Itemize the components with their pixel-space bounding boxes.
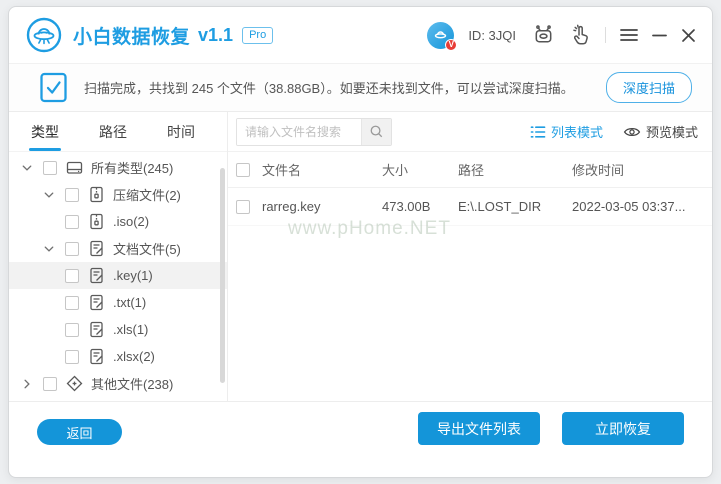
tree-label: 其他文件(238) bbox=[91, 377, 174, 392]
close-icon[interactable] bbox=[681, 28, 696, 43]
list-icon bbox=[530, 125, 546, 138]
tree-item-key[interactable]: .key(1) bbox=[9, 262, 227, 289]
document-icon bbox=[90, 294, 103, 311]
tree-checkbox[interactable] bbox=[65, 241, 79, 256]
archive-icon bbox=[90, 213, 103, 230]
content-area: 列表模式 预览模式 文件名 大小 路径 修改时间 bbox=[228, 112, 712, 401]
minimize-icon[interactable] bbox=[652, 28, 667, 42]
scan-summary-text: 扫描完成，共找到 245 个文件（38.88GB）。如要还未找到文件，可以尝试深… bbox=[84, 81, 574, 96]
title-bar: 小白数据恢复 v1.1 Pro V ID: 3JQI bbox=[9, 7, 712, 63]
cell-path: E:\.LOST_DIR bbox=[458, 199, 542, 214]
chevron-right-icon[interactable] bbox=[21, 377, 34, 390]
search-input[interactable] bbox=[237, 118, 361, 145]
cell-size: 473.00B bbox=[382, 199, 431, 214]
app-logo-icon bbox=[26, 17, 62, 53]
tree-checkbox[interactable] bbox=[65, 268, 79, 283]
customer-service-robot-icon[interactable] bbox=[532, 24, 555, 47]
search-box bbox=[236, 117, 392, 146]
menu-icon[interactable] bbox=[620, 28, 638, 42]
cell-filename: rarreg.key bbox=[262, 199, 321, 214]
tab-type[interactable]: 类型 bbox=[29, 112, 61, 151]
tree-label: .xls(1) bbox=[113, 322, 149, 337]
app-title: 小白数据恢复 bbox=[73, 26, 191, 48]
col-size: 大小 bbox=[382, 163, 409, 178]
eye-icon bbox=[623, 127, 641, 136]
tree-label: 文档文件(5) bbox=[113, 242, 181, 257]
tree-label: .key(1) bbox=[113, 268, 153, 283]
tree-label: .xlsx(2) bbox=[113, 349, 155, 364]
export-file-list-button[interactable]: 导出文件列表 bbox=[418, 412, 540, 445]
footer-bar: 返回 导出文件列表 立即恢复 bbox=[9, 401, 712, 477]
content-toolbar: 列表模式 预览模式 bbox=[228, 112, 712, 152]
tree-label: .txt(1) bbox=[113, 295, 147, 310]
tree-item-all-types[interactable]: 所有类型(245) bbox=[9, 154, 227, 181]
user-avatar[interactable]: V bbox=[427, 21, 458, 51]
tab-path[interactable]: 路径 bbox=[99, 112, 127, 151]
document-icon bbox=[90, 321, 103, 338]
document-icon bbox=[90, 240, 103, 257]
tab-time[interactable]: 时间 bbox=[167, 112, 195, 151]
list-mode-button[interactable]: 列表模式 bbox=[530, 122, 603, 141]
preview-mode-button[interactable]: 预览模式 bbox=[623, 122, 698, 141]
preview-mode-label: 预览模式 bbox=[645, 125, 698, 140]
tree-item-document-files[interactable]: 文档文件(5) bbox=[9, 235, 227, 262]
table-header: 文件名 大小 路径 修改时间 bbox=[228, 152, 712, 188]
main-area: 类型 路径 时间 所有类型(245) 压缩文件(2) .iso(2) 文档文件(… bbox=[9, 112, 712, 401]
scan-complete-icon bbox=[40, 72, 67, 103]
recover-now-button[interactable]: 立即恢复 bbox=[562, 412, 684, 445]
tree-label: 压缩文件(2) bbox=[113, 188, 181, 203]
drive-icon bbox=[66, 161, 83, 174]
search-icon bbox=[370, 125, 383, 138]
col-filename: 文件名 bbox=[262, 163, 302, 178]
chevron-down-icon[interactable] bbox=[21, 161, 34, 174]
list-mode-label: 列表模式 bbox=[550, 125, 603, 140]
other-files-icon bbox=[66, 375, 83, 392]
tree-label: 所有类型(245) bbox=[91, 161, 174, 176]
tree-checkbox[interactable] bbox=[65, 214, 79, 229]
file-type-tree: 所有类型(245) 压缩文件(2) .iso(2) 文档文件(5) .key(1… bbox=[9, 152, 227, 397]
cell-modified: 2022-03-05 03:37... bbox=[572, 199, 686, 214]
titlebar-divider bbox=[605, 27, 606, 43]
search-button[interactable] bbox=[361, 118, 391, 145]
tree-checkbox[interactable] bbox=[43, 376, 57, 391]
tree-item-iso[interactable]: .iso(2) bbox=[9, 208, 227, 235]
tree-checkbox[interactable] bbox=[65, 322, 79, 337]
app-window: 小白数据恢复 v1.1 Pro V ID: 3JQI 扫描完成，共找到 245 … bbox=[8, 6, 713, 478]
document-icon bbox=[90, 267, 103, 284]
tree-item-txt[interactable]: .txt(1) bbox=[9, 289, 227, 316]
deep-scan-button[interactable]: 深度扫描 bbox=[605, 72, 692, 103]
back-button[interactable]: 返回 bbox=[37, 419, 122, 445]
archive-icon bbox=[90, 186, 103, 203]
touch-hand-icon[interactable] bbox=[569, 24, 591, 46]
tree-checkbox[interactable] bbox=[65, 295, 79, 310]
sidebar-scrollbar[interactable] bbox=[220, 168, 225, 383]
tree-checkbox[interactable] bbox=[43, 160, 57, 175]
col-modified: 修改时间 bbox=[572, 163, 625, 178]
scan-result-banner: 扫描完成，共找到 245 个文件（38.88GB）。如要还未找到文件，可以尝试深… bbox=[9, 63, 712, 112]
chevron-down-icon[interactable] bbox=[43, 242, 56, 255]
chevron-down-icon[interactable] bbox=[43, 188, 56, 201]
app-version: v1.1 bbox=[198, 24, 234, 45]
tree-label: .iso(2) bbox=[113, 214, 150, 229]
table-row[interactable]: rarreg.key 473.00B E:\.LOST_DIR 2022-03-… bbox=[228, 188, 712, 226]
tree-checkbox[interactable] bbox=[65, 187, 79, 202]
tree-item-other-files[interactable]: 其他文件(238) bbox=[9, 370, 227, 397]
document-icon bbox=[90, 348, 103, 365]
row-checkbox[interactable] bbox=[236, 199, 250, 214]
vip-badge: V bbox=[445, 38, 458, 51]
tree-item-xlsx[interactable]: .xlsx(2) bbox=[9, 343, 227, 370]
tree-checkbox[interactable] bbox=[65, 349, 79, 364]
sidebar: 类型 路径 时间 所有类型(245) 压缩文件(2) .iso(2) 文档文件(… bbox=[9, 112, 228, 401]
pro-badge: Pro bbox=[242, 26, 274, 44]
select-all-checkbox[interactable] bbox=[236, 162, 250, 177]
sidebar-tabs: 类型 路径 时间 bbox=[9, 112, 227, 152]
tree-item-archive-files[interactable]: 压缩文件(2) bbox=[9, 181, 227, 208]
tree-item-xls[interactable]: .xls(1) bbox=[9, 316, 227, 343]
col-path: 路径 bbox=[458, 163, 485, 178]
user-id: ID: 3JQI bbox=[468, 27, 516, 43]
